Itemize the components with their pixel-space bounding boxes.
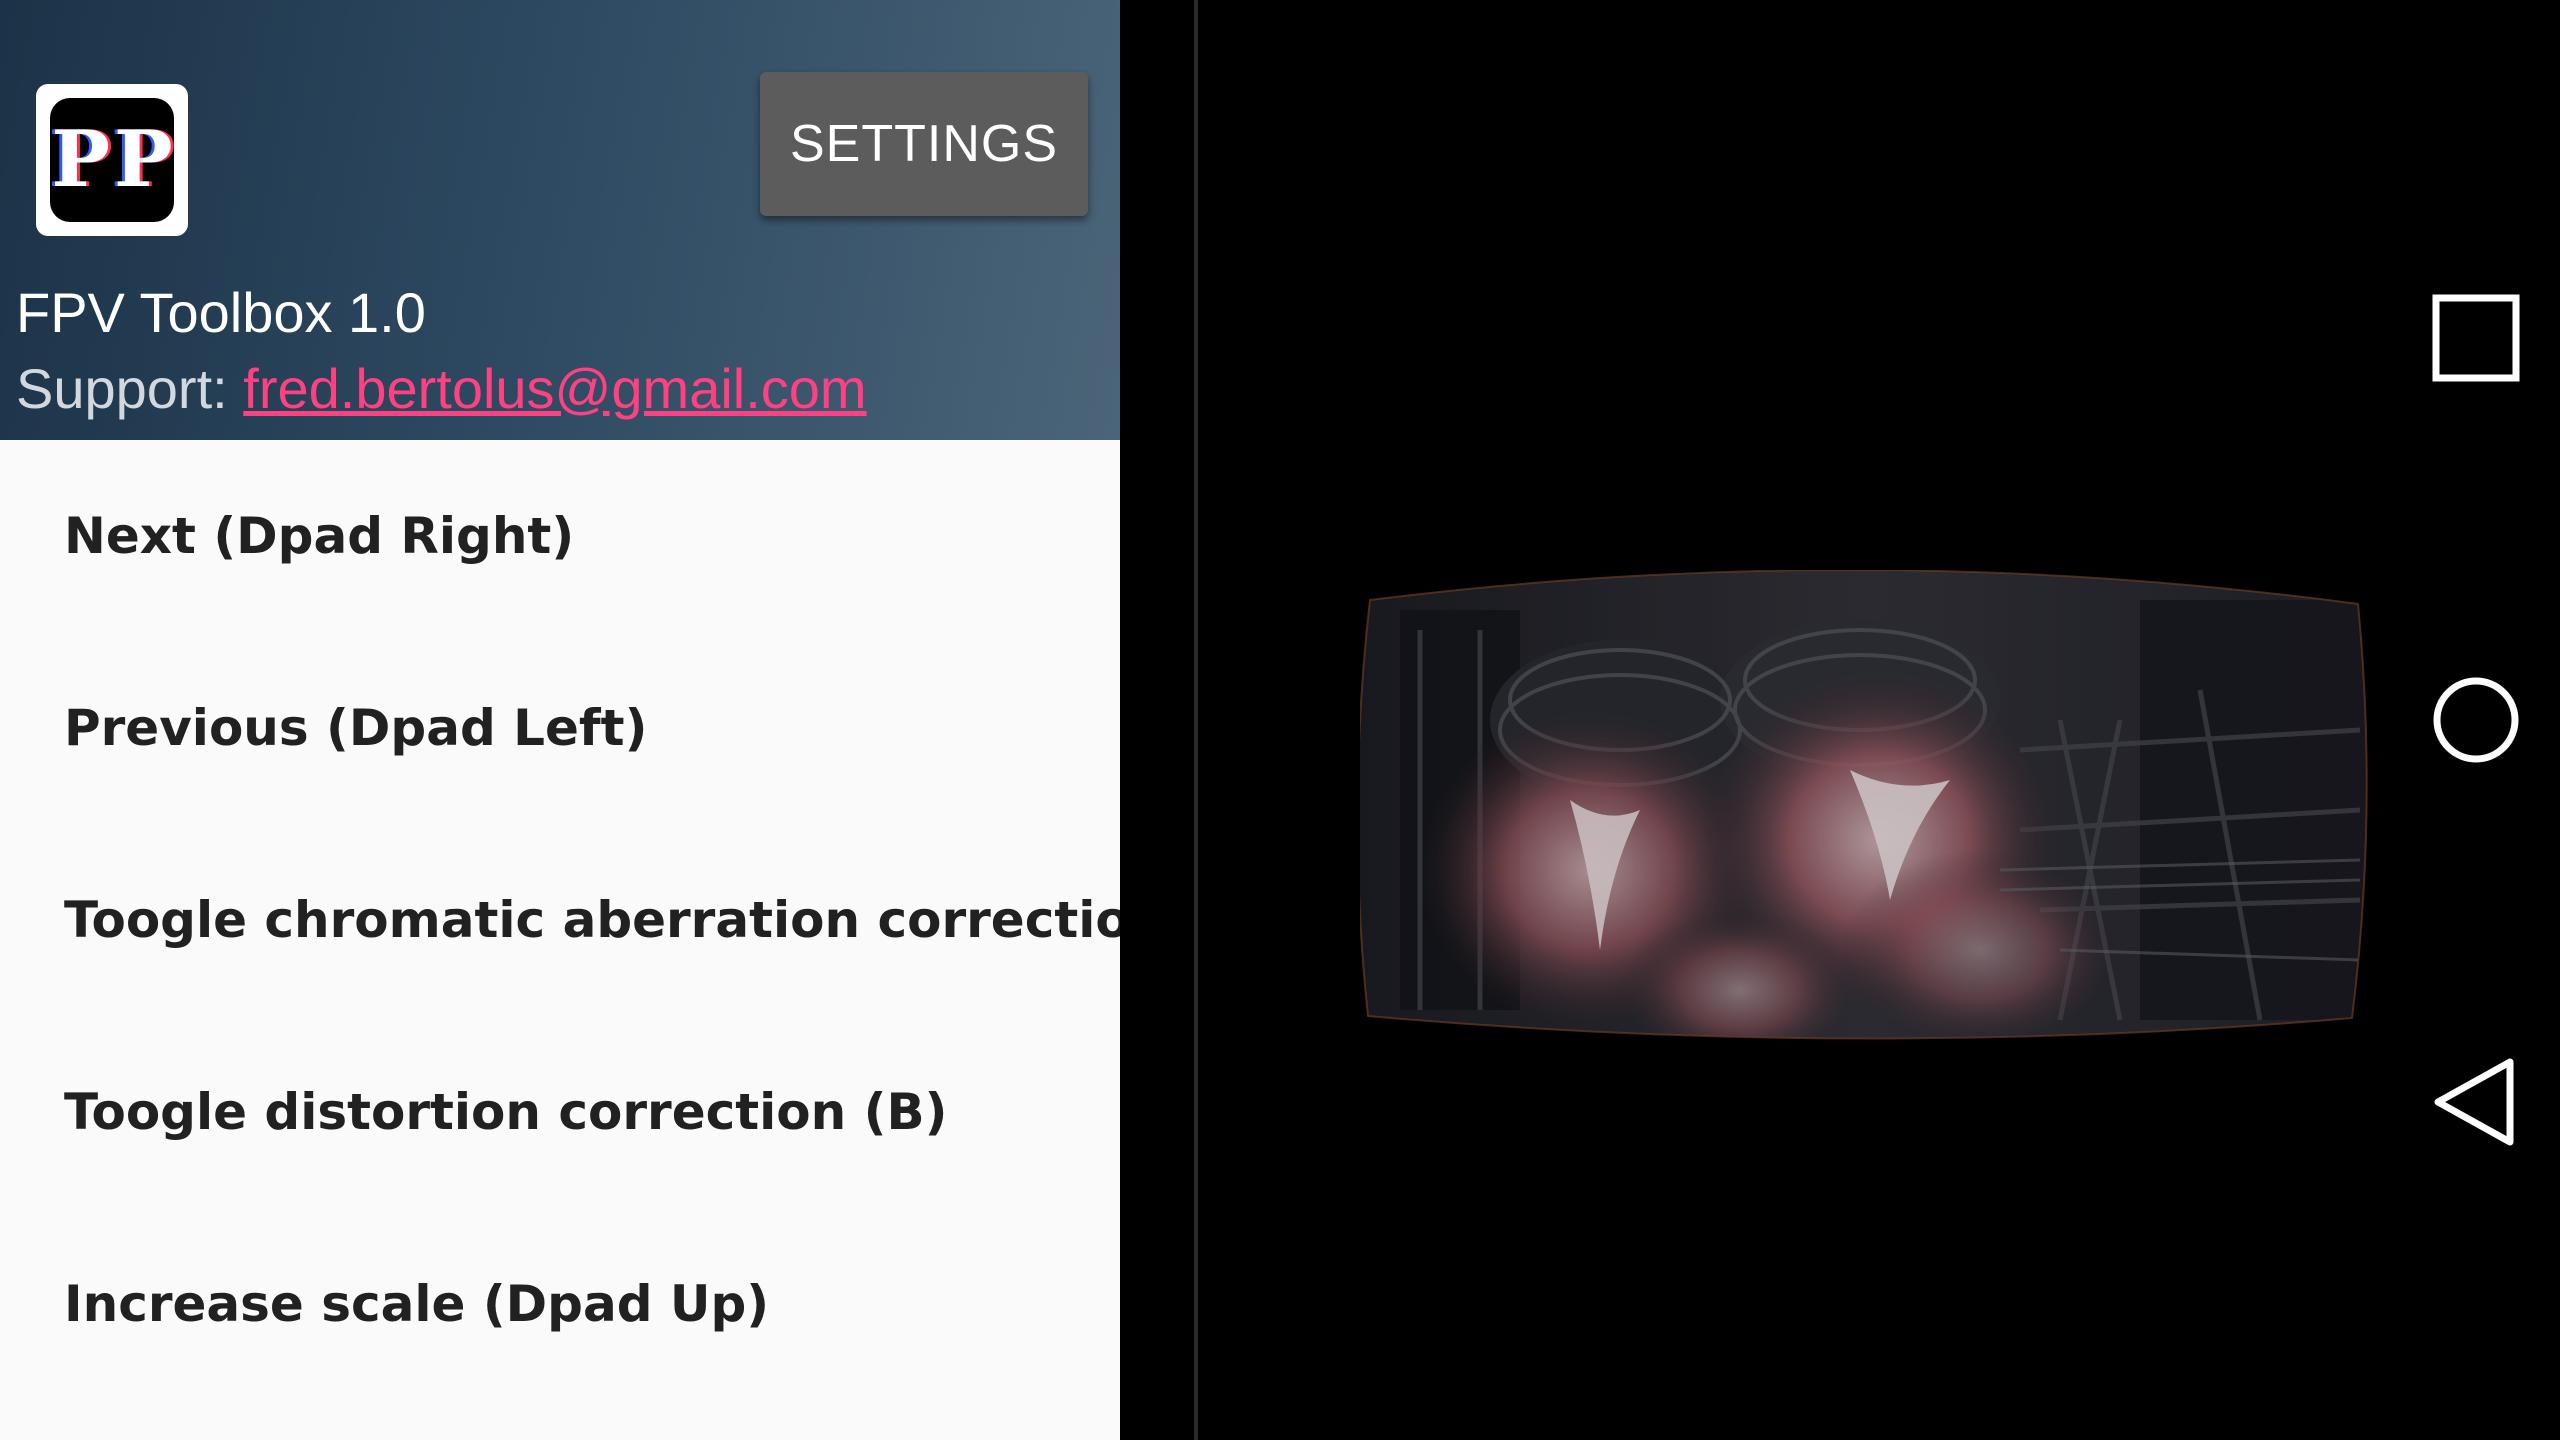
navigation-drawer: P P SETTINGS FPV Toolbox 1.0 Support: fr… [0,0,1120,1440]
vr-eye-divider [1194,0,1198,1440]
logo-letter-p-1: P [51,114,110,205]
circle-home-icon [2433,677,2519,763]
square-recents-icon [2432,294,2520,382]
app-logo-mark: P P [50,98,174,222]
nav-recents-button[interactable] [2418,280,2534,396]
phone-screen: P P SETTINGS FPV Toolbox 1.0 Support: fr… [0,0,2560,1440]
menu-item-increase-scale[interactable]: Increase scale (Dpad Up) [0,1208,1120,1400]
app-version-title: FPV Toolbox 1.0 [16,281,426,344]
triangle-back-icon [2434,1058,2514,1146]
app-logo: P P [36,84,188,236]
drawer-menu: Next (Dpad Right) Previous (Dpad Left) T… [0,440,1120,1400]
settings-button[interactable]: SETTINGS [760,72,1088,216]
logo-letter-p-2: P [114,114,173,205]
nav-back-button[interactable] [2418,1044,2534,1160]
menu-item-previous[interactable]: Previous (Dpad Left) [0,632,1120,824]
menu-item-next[interactable]: Next (Dpad Right) [0,440,1120,632]
support-email-link[interactable]: fred.bertolus@gmail.com [243,357,866,420]
distorted-video-frame [1360,570,2368,1040]
menu-item-toggle-chromatic-aberration[interactable]: Toogle chromatic aberration correction [0,824,1120,1016]
menu-item-toggle-distortion[interactable]: Toogle distortion correction (B) [0,1016,1120,1208]
support-label: Support: [16,357,244,420]
drawer-header: P P SETTINGS FPV Toolbox 1.0 Support: fr… [0,0,1120,440]
support-line: Support: fred.bertolus@gmail.com [16,354,867,424]
vr-video-viewport [1360,570,2370,1050]
nav-home-button[interactable] [2418,662,2534,778]
